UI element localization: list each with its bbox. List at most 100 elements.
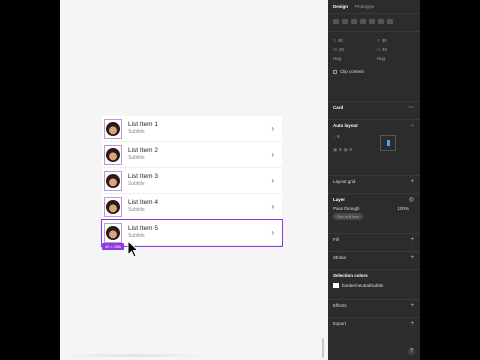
add-icon[interactable]: + xyxy=(410,303,414,309)
add-icon[interactable]: + xyxy=(410,179,414,185)
align-left-icon[interactable] xyxy=(333,19,339,24)
w-label: W xyxy=(333,47,338,52)
help-icon[interactable]: ? xyxy=(408,348,415,355)
vertical-scrollbar[interactable] xyxy=(322,338,324,358)
selection-dimensions-badge: 40 × 288 xyxy=(102,243,124,250)
auto-layout-section: Auto layout − ↕ 8 ▣ 8 ▣ 8 xyxy=(328,120,420,176)
effects-section: Effects + xyxy=(328,300,420,318)
item-subtitle: Subtitle xyxy=(128,180,145,187)
avatar-frame[interactable] xyxy=(104,144,122,165)
layout-grid-section: Layout grid + xyxy=(328,176,420,194)
color-swatch-row[interactable]: border/neutral/subtle xyxy=(333,283,415,289)
avatar xyxy=(106,173,120,188)
y-field[interactable]: Y 40 xyxy=(377,38,415,43)
hug-label: Hug xyxy=(333,56,341,61)
remove-icon[interactable]: − xyxy=(410,123,414,129)
item-subtitle: Subtitle xyxy=(128,128,145,135)
x-label: X xyxy=(333,38,336,43)
item-title: List Item 2 xyxy=(128,146,158,154)
chevron-right-icon: › xyxy=(271,202,274,211)
export-section: Export + xyxy=(328,318,420,336)
tab-design[interactable]: Design xyxy=(333,4,348,9)
canvas[interactable]: List Item 1 Subtitle › List Item 2 Subtitl… xyxy=(60,0,328,360)
stroke-title: Stroke xyxy=(333,255,347,260)
chevron-right-icon: › xyxy=(271,150,274,159)
item-title: List Item 3 xyxy=(128,172,158,180)
padding-value: 8 xyxy=(339,147,342,152)
item-title: List Item 5 xyxy=(128,224,158,232)
design-panel: Design Prototype X 40 Y 40 W 40 H 40 Hug Hug xyxy=(328,0,420,360)
fill-title: Fill xyxy=(333,237,339,242)
add-icon[interactable]: + xyxy=(410,255,414,261)
chevron-right-icon: › xyxy=(271,124,274,133)
distribute-icon[interactable] xyxy=(387,19,393,24)
component-list[interactable]: List Item 1 Subtitle › List Item 2 Subtitl… xyxy=(101,116,283,247)
color-swatch[interactable] xyxy=(333,283,339,289)
item-subtitle: Subtitle xyxy=(128,206,145,213)
alignment-grid[interactable] xyxy=(380,135,397,151)
height-hug-field[interactable]: Hug xyxy=(377,56,415,61)
blend-mode-select[interactable]: Pass through xyxy=(333,206,360,211)
avatar xyxy=(106,199,120,214)
w-field[interactable]: W 40 xyxy=(333,47,371,52)
list-item[interactable]: List Item 1 Subtitle › xyxy=(102,116,282,142)
padding-value: 8 xyxy=(349,147,352,152)
clip-content-label: Clip content xyxy=(340,69,364,74)
opacity-field[interactable]: 100% xyxy=(397,206,409,211)
more-icon[interactable]: ⋯ xyxy=(408,105,414,111)
app-frame: List Item 1 Subtitle › List Item 2 Subtitl… xyxy=(60,0,420,360)
align-middle-icon[interactable] xyxy=(369,19,375,24)
x-value: 40 xyxy=(337,38,343,43)
layer-section: Layer ◎ Pass through 100% Out of 8 text xyxy=(328,194,420,234)
item-title: List Item 4 xyxy=(128,198,158,206)
checkbox-icon[interactable] xyxy=(333,69,337,74)
avatar-frame[interactable] xyxy=(104,118,122,139)
item-title: List Item 1 xyxy=(128,120,158,128)
color-style-label: border/neutral/subtle xyxy=(342,283,384,288)
avatar xyxy=(106,147,120,162)
hug-label: Hug xyxy=(377,56,385,61)
frame-section: X 40 Y 40 W 40 H 40 Hug Hug Clip content xyxy=(328,32,420,102)
align-center-icon[interactable] xyxy=(342,19,348,24)
list-item[interactable]: List Item 4 Subtitle › xyxy=(102,194,282,220)
avatar-frame[interactable] xyxy=(104,222,122,243)
list-item[interactable]: List Item 2 Subtitle › xyxy=(102,142,282,168)
item-subtitle: Subtitle xyxy=(128,232,145,239)
layer-pill[interactable]: Out of 8 text xyxy=(333,213,363,220)
visibility-icon[interactable]: ◎ xyxy=(409,197,414,203)
export-title: Export xyxy=(333,321,347,326)
avatar xyxy=(106,225,120,240)
padding-field[interactable]: ▣ 8 ▣ 8 xyxy=(333,147,352,153)
component-name[interactable]: Card xyxy=(333,105,415,110)
alignment-buttons xyxy=(333,19,415,24)
gap-field[interactable]: ↕ 8 xyxy=(333,134,352,139)
cursor-icon xyxy=(127,240,140,258)
width-hug-field[interactable]: Hug xyxy=(333,56,371,61)
chevron-right-icon: › xyxy=(271,176,274,185)
avatar-frame[interactable] xyxy=(104,196,122,217)
horizontal-scrollbar[interactable] xyxy=(60,354,210,357)
fill-section: Fill + xyxy=(328,234,420,252)
effects-title: Effects xyxy=(333,303,347,308)
h-label: H xyxy=(377,47,381,52)
avatar-frame[interactable] xyxy=(104,170,122,191)
layer-title: Layer xyxy=(333,197,346,202)
component-section: Card ⋯ xyxy=(328,102,420,120)
add-icon[interactable]: + xyxy=(410,321,414,327)
selection-colors-title: Selection colors xyxy=(333,273,368,278)
h-field[interactable]: H 40 xyxy=(377,47,415,52)
align-bottom-icon[interactable] xyxy=(378,19,384,24)
auto-layout-title: Auto layout xyxy=(333,123,358,128)
list-item[interactable]: List Item 3 Subtitle › xyxy=(102,168,282,194)
add-icon[interactable]: + xyxy=(410,237,414,243)
y-value: 40 xyxy=(381,38,387,43)
y-label: Y xyxy=(377,38,380,43)
clip-content-row[interactable]: Clip content xyxy=(333,69,415,74)
gap-value: 8 xyxy=(337,133,340,139)
align-right-icon[interactable] xyxy=(351,19,357,24)
x-field[interactable]: X 40 xyxy=(333,38,371,43)
stroke-section: Stroke + xyxy=(328,252,420,270)
tab-prototype[interactable]: Prototype xyxy=(355,4,374,9)
align-top-icon[interactable] xyxy=(360,19,366,24)
chevron-right-icon: › xyxy=(271,228,274,237)
